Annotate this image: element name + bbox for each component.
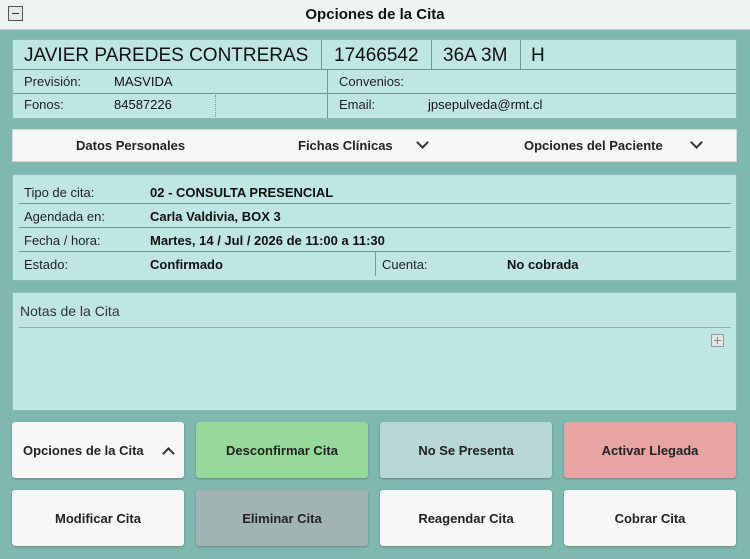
activar-llegada-button[interactable]: Activar Llegada (564, 422, 736, 478)
email-value[interactable]: jpsepulveda@rmt.cl (428, 97, 542, 112)
tipo-cita-value: 02 - CONSULTA PRESENCIAL (150, 185, 334, 200)
estado-label: Estado: (24, 257, 69, 272)
email-label: Email: (339, 97, 376, 112)
patient-sex: H (531, 45, 545, 66)
reagendar-cita-label: Reagendar Cita (418, 510, 514, 526)
tab-datos-personales-label: Datos Personales (76, 138, 186, 153)
tab-fichas-clinicas-label: Fichas Clínicas (298, 138, 393, 153)
modificar-cita-label: Modificar Cita (55, 510, 141, 526)
cuenta-value: No cobrada (507, 257, 579, 272)
reagendar-cita-button[interactable]: Reagendar Cita (380, 490, 552, 546)
chevron-up-icon (161, 446, 175, 460)
tab-fichas-clinicas[interactable]: Fichas Clínicas (298, 136, 430, 153)
prevision-value: MASVIDA (114, 74, 173, 89)
fonos-label: Fonos: (24, 97, 64, 112)
fonos-value: 84587226 (114, 97, 172, 112)
notes-title: Notas de la Cita (20, 303, 120, 319)
opciones-cita-button[interactable]: Opciones de la Cita (12, 422, 184, 478)
patient-name: JAVIER PAREDES CONTRERAS (24, 45, 309, 66)
cobrar-cita-label: Cobrar Cita (614, 510, 686, 526)
chevron-down-icon (690, 136, 704, 149)
appointment-details-panel: Tipo de cita: 02 - CONSULTA PRESENCIAL A… (12, 174, 737, 281)
activar-llegada-label: Activar Llegada (601, 442, 699, 458)
patient-info-panel: JAVIER PAREDES CONTRERAS 17466542 36A 3M… (12, 39, 737, 119)
convenios-label: Convenios: (339, 74, 405, 89)
chevron-down-icon (416, 136, 430, 149)
tab-opciones-paciente[interactable]: Opciones del Paciente (524, 136, 704, 153)
patient-nav-bar: Datos Personales Fichas Clínicas Opcione… (12, 129, 737, 162)
fecha-label: Fecha / hora: (24, 233, 101, 248)
no-se-presenta-label: No Se Presenta (418, 442, 514, 458)
tab-datos-personales[interactable]: Datos Personales (76, 138, 185, 153)
no-se-presenta-button[interactable]: No Se Presenta (380, 422, 552, 478)
notes-panel: Notas de la Cita (12, 292, 737, 411)
tipo-cita-label: Tipo de cita: (24, 185, 95, 200)
dialog-title: Opciones de la Cita (305, 6, 445, 23)
eliminar-cita-label: Eliminar Cita (242, 510, 322, 526)
desconfirmar-cita-button[interactable]: Desconfirmar Cita (196, 422, 368, 478)
estado-value: Confirmado (150, 257, 223, 272)
patient-age: 36A 3M (443, 45, 508, 66)
agendada-label: Agendada en: (24, 209, 105, 224)
agendada-value: Carla Valdivia, BOX 3 (150, 209, 281, 224)
patient-id: 17466542 (334, 45, 419, 66)
eliminar-cita-button[interactable]: Eliminar Cita (196, 490, 368, 546)
tab-opciones-paciente-label: Opciones del Paciente (524, 138, 663, 153)
cobrar-cita-button[interactable]: Cobrar Cita (564, 490, 736, 546)
cuenta-label: Cuenta: (382, 257, 428, 272)
fecha-value: Martes, 14 / Jul / 2026 de 11:00 a 11:30 (150, 233, 385, 248)
add-note-icon[interactable] (711, 334, 724, 347)
modificar-cita-button[interactable]: Modificar Cita (12, 490, 184, 546)
prevision-label: Previsión: (24, 74, 82, 89)
opciones-cita-label: Opciones de la Cita (23, 442, 144, 458)
desconfirmar-cita-label: Desconfirmar Cita (226, 442, 338, 458)
dialog-title-bar: Opciones de la Cita (0, 0, 750, 30)
